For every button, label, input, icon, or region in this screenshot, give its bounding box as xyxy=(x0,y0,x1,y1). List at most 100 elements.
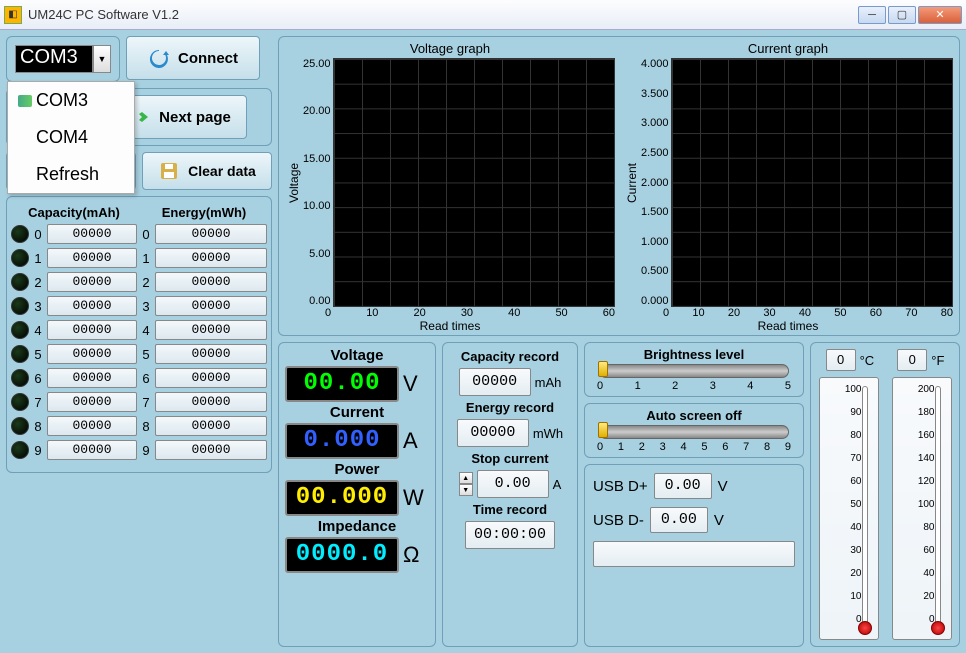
usb-dplus-value: 0.00 xyxy=(654,473,712,499)
brightness-slider[interactable] xyxy=(599,364,789,378)
close-button[interactable]: ✕ xyxy=(918,6,962,24)
capacity-header: Capacity(mAh) xyxy=(11,205,137,220)
voltage-graph: Voltage graph Voltage 25.0020.0015.0010.… xyxy=(285,41,615,333)
impedance-display: 0000.0 xyxy=(285,537,399,573)
current-unit: A xyxy=(403,428,429,454)
voltage-label: Voltage xyxy=(285,347,429,364)
titlebar: ◧ UM24C PC Software V1.2 ─ ▢ ✕ xyxy=(0,0,966,30)
port-icon xyxy=(18,95,32,107)
window-title: UM24C PC Software V1.2 xyxy=(28,7,858,22)
auto-off-slider[interactable] xyxy=(599,425,789,439)
impedance-label: Impedance xyxy=(285,518,429,535)
capacity-value: 00000 xyxy=(47,368,137,388)
dropdown-item-com3[interactable]: COM3 xyxy=(8,82,134,119)
brightness-ticks: 012345 xyxy=(593,378,795,396)
minimize-button[interactable]: ─ xyxy=(858,6,886,24)
group-index: 9 xyxy=(33,443,43,458)
time-record-value: 00:00:00 xyxy=(465,521,555,549)
auto-off-panel: Auto screen off 0123456789 xyxy=(584,403,804,458)
dropdown-item-com4[interactable]: COM4 xyxy=(8,119,134,156)
group-led xyxy=(11,417,29,435)
power-label: Power xyxy=(285,461,429,478)
capacity-record-value: 00000 xyxy=(459,368,531,396)
energy-value: 00000 xyxy=(155,320,267,340)
group-index: 0 xyxy=(33,227,43,242)
plot-area xyxy=(333,58,615,307)
auto-off-ticks: 0123456789 xyxy=(593,439,795,457)
capacity-record-label: Capacity record xyxy=(449,349,571,364)
slider-thumb[interactable] xyxy=(598,422,608,438)
x-axis-label: Read times xyxy=(623,319,953,333)
group-index: 7 xyxy=(33,395,43,410)
capacity-value: 00000 xyxy=(47,344,137,364)
group-led xyxy=(11,297,29,315)
capacity-value: 00000 xyxy=(47,296,137,316)
temp-f-value: 0 xyxy=(897,349,927,371)
thermo-tube xyxy=(935,386,941,627)
usb-dminus-label: USB D- xyxy=(593,512,644,529)
dropdown-item-label: Refresh xyxy=(36,164,99,185)
usb-dminus-value: 0.00 xyxy=(650,507,708,533)
com-port-dropdown-button[interactable]: ▼ xyxy=(93,45,111,73)
y-ticks: 25.0020.0015.0010.005.000.00 xyxy=(303,58,333,307)
group-led xyxy=(11,321,29,339)
temperature-panel: 0°C 0°F 1009080706050403020100 200180160… xyxy=(810,342,960,647)
x-ticks: 01020304050607080 xyxy=(623,307,953,319)
group-index: 4 xyxy=(141,323,151,338)
com-port-input[interactable]: COM3 xyxy=(15,45,93,73)
connect-button[interactable]: Connect xyxy=(126,36,260,80)
brightness-label: Brightness level xyxy=(593,347,795,362)
group-index: 1 xyxy=(33,251,43,266)
y-ticks: 4.0003.5003.0002.5002.0001.5001.0000.500… xyxy=(641,58,671,307)
temp-c-value: 0 xyxy=(826,349,856,371)
capacity-value: 00000 xyxy=(47,248,137,268)
stop-current-spinner[interactable]: ▲▼ xyxy=(459,472,473,496)
voltage-unit: V xyxy=(403,371,429,397)
group-led xyxy=(11,273,29,291)
usb-dplus-label: USB D+ xyxy=(593,478,648,495)
thermo-tube xyxy=(862,386,868,627)
energy-value: 00000 xyxy=(155,368,267,388)
save-icon xyxy=(158,160,180,182)
capacity-record-unit: mAh xyxy=(535,375,562,390)
graphs-panel: Voltage graph Voltage 25.0020.0015.0010.… xyxy=(278,36,960,336)
group-led xyxy=(11,369,29,387)
dropdown-item-refresh[interactable]: Refresh xyxy=(8,156,134,193)
group-index: 9 xyxy=(141,443,151,458)
blank-icon xyxy=(18,132,32,144)
thermo-bulb xyxy=(931,621,945,635)
group-led xyxy=(11,225,29,243)
clear-data-button[interactable]: Clear data xyxy=(142,152,272,190)
power-unit: W xyxy=(403,485,429,511)
dropdown-item-label: COM4 xyxy=(36,127,88,148)
thermometer-f: 200180160140120100806040200 xyxy=(892,377,952,640)
group-index: 1 xyxy=(141,251,151,266)
clear-data-label: Clear data xyxy=(188,163,256,179)
spin-up-button[interactable]: ▲ xyxy=(459,472,473,484)
group-index: 2 xyxy=(33,275,43,290)
com-port-selector: COM3 ▼ COM3 COM4 Refresh xyxy=(6,36,120,82)
graph-title: Voltage graph xyxy=(285,41,615,56)
stop-current-value[interactable]: 0.00 xyxy=(477,470,549,498)
group-index: 8 xyxy=(141,419,151,434)
graph-title: Current graph xyxy=(623,41,953,56)
connect-label: Connect xyxy=(178,50,238,67)
voltage-display: 00.00 xyxy=(285,366,399,402)
capacity-value: 00000 xyxy=(47,416,137,436)
group-index: 3 xyxy=(33,299,43,314)
spin-down-button[interactable]: ▼ xyxy=(459,484,473,496)
capacity-value: 00000 xyxy=(47,440,137,460)
auto-off-label: Auto screen off xyxy=(593,408,795,423)
group-index: 4 xyxy=(33,323,43,338)
maximize-button[interactable]: ▢ xyxy=(888,6,916,24)
current-graph: Current graph Current 4.0003.5003.0002.5… xyxy=(623,41,953,333)
group-led xyxy=(11,393,29,411)
energy-value: 00000 xyxy=(155,440,267,460)
energy-value: 00000 xyxy=(155,296,267,316)
group-index: 5 xyxy=(33,347,43,362)
plot-area xyxy=(671,58,953,307)
slider-thumb[interactable] xyxy=(598,361,608,377)
brightness-panel: Brightness level 012345 xyxy=(584,342,804,397)
group-index: 0 xyxy=(141,227,151,242)
group-index: 8 xyxy=(33,419,43,434)
